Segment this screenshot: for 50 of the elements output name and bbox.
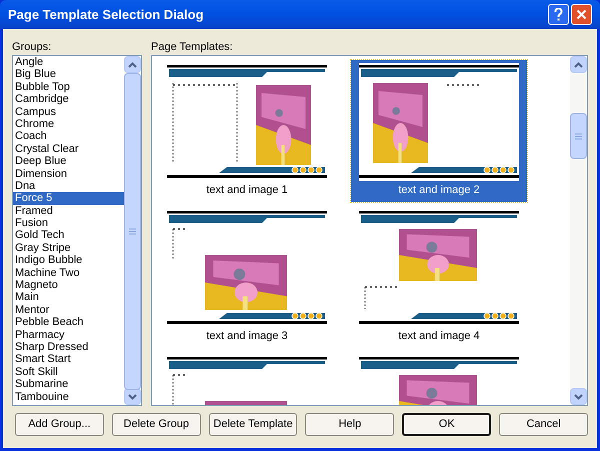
group-item[interactable]: Indigo Bubble	[13, 254, 124, 267]
group-item[interactable]: Magneto	[13, 279, 124, 292]
dialog-button[interactable]: Add Group...	[15, 413, 104, 436]
template-caption: text and image 2	[398, 183, 480, 198]
group-item[interactable]: Mentor	[13, 304, 124, 316]
group-item[interactable]: Fusion	[13, 217, 124, 230]
dialog-button[interactable]: Cancel	[499, 413, 588, 436]
template-caption: text and image 4	[398, 329, 480, 344]
group-item[interactable]: Gold Tech	[13, 229, 124, 242]
group-item[interactable]: Machine Two	[13, 266, 124, 280]
scroll-down-icon[interactable]	[570, 388, 587, 405]
scroll-down-icon[interactable]	[124, 388, 141, 405]
group-item[interactable]: Gray Stripe	[13, 242, 124, 254]
group-item[interactable]: Big Blue	[13, 68, 124, 81]
group-item[interactable]: Coach	[13, 130, 124, 143]
scroll-up-icon[interactable]	[124, 56, 141, 73]
group-item[interactable]: Main	[13, 291, 124, 304]
group-item[interactable]: Bubble Top	[13, 80, 124, 94]
template-caption: text and image 3	[206, 329, 288, 344]
dialog-button[interactable]: Help	[305, 413, 394, 436]
scrollbar[interactable]	[570, 56, 587, 405]
group-item[interactable]: Campus	[13, 106, 124, 118]
group-item[interactable]: Force 5	[13, 192, 124, 205]
group-item[interactable]: Crystal Clear	[13, 142, 124, 156]
group-item[interactable]: Chrome	[13, 118, 124, 130]
template-card[interactable]: text and image 2	[351, 60, 527, 202]
window-title: Page Template Selection Dialog	[8, 6, 205, 24]
group-item[interactable]: Dna	[13, 180, 124, 192]
group-item[interactable]: Soft Skill	[13, 366, 124, 378]
group-item[interactable]: Pharmacy	[13, 328, 124, 341]
group-item[interactable]: Pebble Beach	[13, 316, 124, 329]
dialog-button[interactable]: OK	[402, 413, 492, 436]
group-item[interactable]: Submarine	[13, 378, 124, 391]
help-icon[interactable]	[548, 4, 569, 25]
close-icon[interactable]	[571, 4, 592, 25]
scroll-thumb[interactable]	[570, 113, 587, 159]
group-item[interactable]: Sharp Dressed	[13, 340, 124, 354]
group-item[interactable]: Angle	[13, 56, 124, 68]
group-item[interactable]: Smart Start	[13, 353, 124, 366]
dialog-button[interactable]: Delete Group	[112, 413, 201, 436]
groups-label: Groups:	[12, 40, 52, 55]
group-item[interactable]: Deep Blue	[13, 155, 124, 168]
scroll-up-icon[interactable]	[570, 56, 587, 73]
dialog-button[interactable]: Delete Template	[208, 413, 298, 436]
group-item[interactable]: Cambridge	[13, 93, 124, 106]
templates-label: Page Templates:	[151, 40, 234, 55]
group-item[interactable]: Tambouine	[13, 390, 124, 403]
group-item[interactable]: Dimension	[13, 168, 124, 180]
group-item[interactable]: Framed	[13, 204, 124, 218]
template-caption: text and image 1	[206, 183, 288, 198]
